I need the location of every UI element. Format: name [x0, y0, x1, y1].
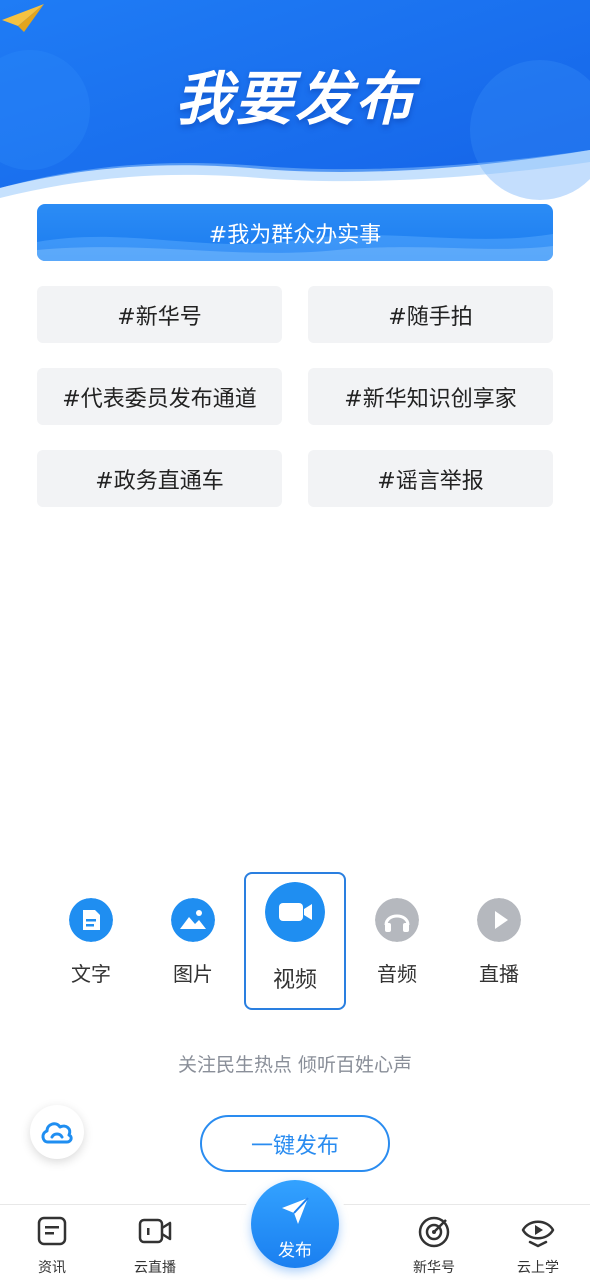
- headphones-icon: [375, 898, 419, 942]
- tab-label: 云直播: [134, 1260, 176, 1276]
- topic-rumor-report[interactable]: #谣言举报: [308, 450, 553, 507]
- topic-knowledge-sharer[interactable]: #新华知识创享家: [308, 368, 553, 425]
- tab-xinhuahao[interactable]: 新华号: [389, 1205, 479, 1280]
- publish-type-audio[interactable]: 音频: [346, 872, 448, 1010]
- tab-label: 资讯: [38, 1260, 66, 1276]
- cloud-button[interactable]: [30, 1105, 84, 1159]
- publish-type-label: 图片: [173, 962, 213, 986]
- tab-cloud-live[interactable]: 云直播: [110, 1205, 200, 1280]
- tab-label: 云上学: [517, 1260, 559, 1276]
- topic-xinhuahao[interactable]: #新华号: [37, 286, 282, 343]
- eye-play-icon: [521, 1220, 555, 1248]
- publish-type-toolbar: 文字 图片 视频 音频 直播: [40, 872, 550, 1012]
- publish-type-label: 直播: [479, 962, 519, 986]
- publish-type-label: 音频: [377, 962, 417, 986]
- topic-deputies-channel[interactable]: #代表委员发布通道: [37, 368, 282, 425]
- paper-plane-icon: [2, 4, 44, 32]
- paper-plane-icon: [282, 1197, 309, 1224]
- publish-type-live[interactable]: 直播: [448, 872, 550, 1010]
- publish-type-label: 文字: [71, 962, 111, 986]
- publish-type-video[interactable]: 视频: [244, 872, 346, 1010]
- tab-news[interactable]: 资讯: [7, 1205, 97, 1280]
- target-icon: [418, 1216, 450, 1248]
- tab-cloud-learn[interactable]: 云上学: [493, 1205, 583, 1280]
- topic-suishoupai[interactable]: #随手拍: [308, 286, 553, 343]
- page-title: 我要发布: [174, 65, 415, 133]
- one-key-publish-button[interactable]: 一键发布: [200, 1115, 390, 1172]
- header-banner: 我要发布: [0, 0, 590, 200]
- publish-type-image[interactable]: 图片: [142, 872, 244, 1010]
- topic-government-express[interactable]: #政务直通车: [37, 450, 282, 507]
- slogan-text: 关注民生热点 倾听百姓心声: [177, 1054, 413, 1076]
- featured-topic-button[interactable]: #我为群众办实事: [37, 204, 553, 261]
- video-live-icon: [138, 1218, 172, 1244]
- news-icon: [37, 1216, 67, 1246]
- tab-label: 发布: [278, 1241, 312, 1261]
- tab-publish-button[interactable]: 发布: [251, 1180, 339, 1268]
- play-icon: [477, 898, 521, 942]
- featured-topic-label: #我为群众办实事: [208, 222, 382, 248]
- video-camera-icon: [265, 882, 325, 942]
- image-icon: [171, 898, 215, 942]
- tab-label: 新华号: [413, 1260, 455, 1276]
- cloud-icon: [41, 1122, 73, 1144]
- document-icon: [69, 898, 113, 942]
- publish-type-text[interactable]: 文字: [40, 872, 142, 1010]
- publish-type-label: 视频: [272, 968, 317, 993]
